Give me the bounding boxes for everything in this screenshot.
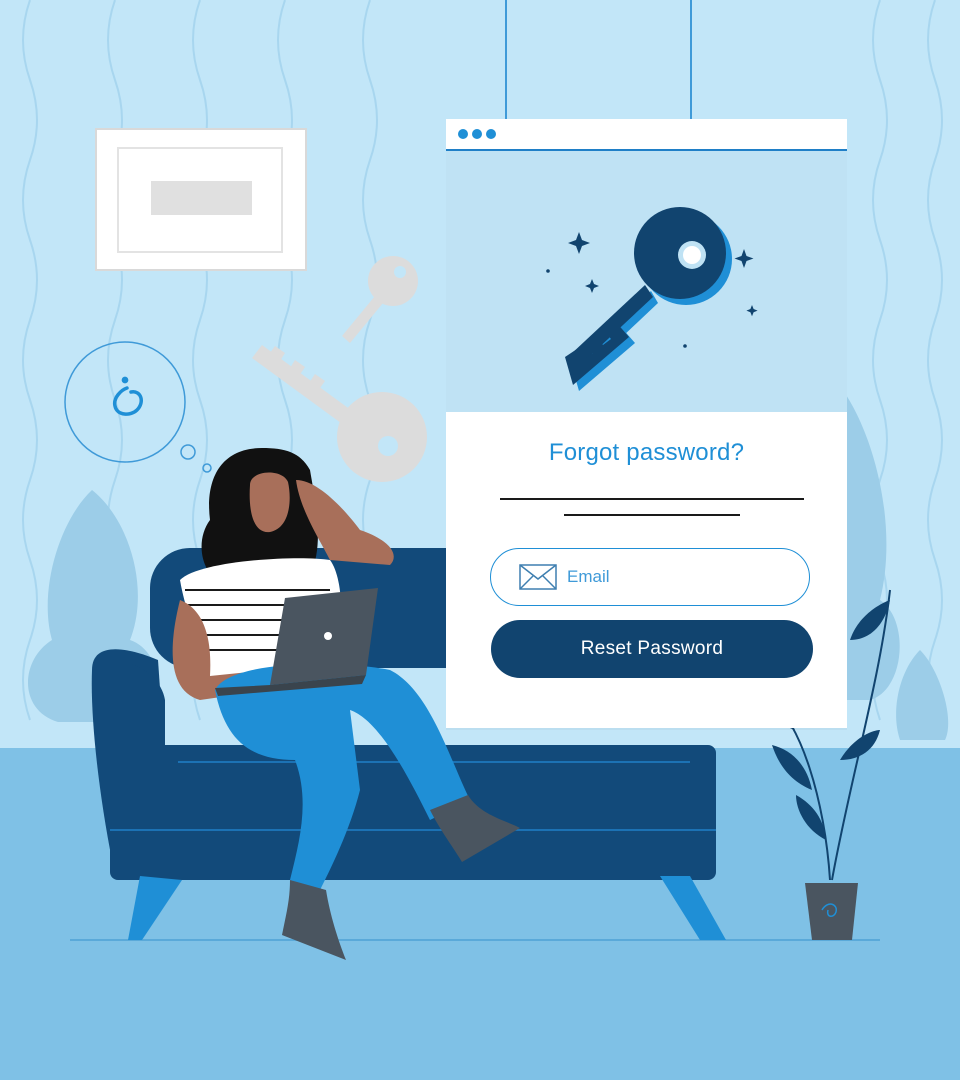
reset-password-button[interactable]: Reset Password bbox=[491, 620, 813, 678]
window-dot bbox=[458, 129, 468, 139]
wall-picture-frame bbox=[95, 128, 307, 271]
key-icon bbox=[546, 207, 758, 391]
window-dot bbox=[472, 129, 482, 139]
title-divider bbox=[564, 514, 740, 516]
email-input[interactable] bbox=[565, 566, 789, 588]
browser-title-bar bbox=[446, 119, 847, 151]
email-field[interactable] bbox=[490, 548, 810, 606]
key-illustration-area bbox=[446, 151, 847, 412]
forgot-password-panel: Forgot password? Reset Password bbox=[446, 119, 847, 728]
title-divider bbox=[500, 498, 804, 500]
window-dot bbox=[486, 129, 496, 139]
mail-icon bbox=[519, 564, 557, 590]
page-title: Forgot password? bbox=[548, 439, 745, 466]
